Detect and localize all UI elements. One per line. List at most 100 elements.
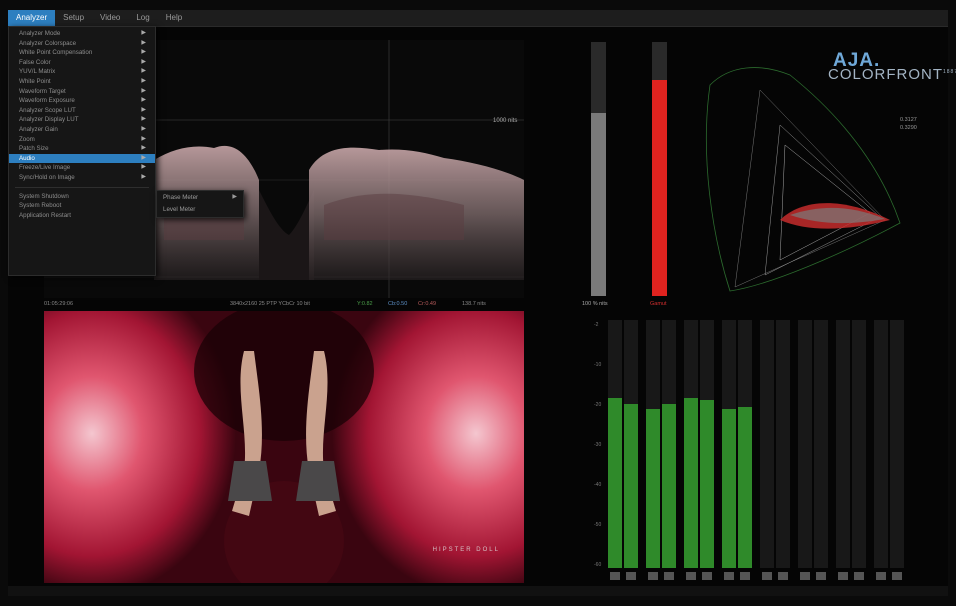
menu-item-label: False Color bbox=[19, 58, 51, 66]
cie-value-x: 0.3127 bbox=[900, 117, 917, 123]
menu-item-analyzer-gain[interactable]: Analyzer Gain ▶ bbox=[9, 125, 155, 135]
audio-channel-toggle[interactable] bbox=[838, 572, 848, 580]
menu-item-false-color[interactable]: False Color ▶ bbox=[9, 58, 155, 68]
image-watermark: HIPSTER DOLL bbox=[432, 547, 500, 553]
menu-setup[interactable]: Setup bbox=[55, 10, 92, 26]
menu-item-application-restart[interactable]: Application Restart bbox=[9, 211, 155, 221]
menu-analyzer[interactable]: Analyzer bbox=[8, 10, 56, 26]
audio-channel-toggle[interactable] bbox=[702, 572, 712, 580]
menu-separator bbox=[15, 186, 149, 188]
menu-item-label: Analyzer Display LUT bbox=[19, 116, 79, 124]
menu-item-freeze-live-image[interactable]: Freeze/Live Image ▶ bbox=[9, 163, 155, 173]
audio-channel-toggle[interactable] bbox=[892, 572, 902, 580]
menu-item-waveform-exposure[interactable]: Waveform Exposure ▶ bbox=[9, 96, 155, 106]
audio-submenu: Phase Meter ▶ Level Meter bbox=[156, 190, 244, 218]
waveform-nits-label: 1000 nits bbox=[493, 118, 518, 124]
audio-db-label: -2 bbox=[594, 322, 599, 328]
luminance-meter-fill bbox=[591, 113, 606, 296]
audio-channel-toggle[interactable] bbox=[626, 572, 636, 580]
audio-channel-meter bbox=[608, 320, 622, 568]
menu-item-zoom[interactable]: Zoom ▶ bbox=[9, 135, 155, 145]
menu-item-label: Analyzer Colorspace bbox=[19, 39, 77, 47]
menu-item-label: Waveform Target bbox=[19, 87, 66, 95]
menubar: Analyzer Setup Video Log Help bbox=[8, 10, 948, 27]
audio-channel-toggle[interactable] bbox=[610, 572, 620, 580]
menu-item-analyzer-scope-lut[interactable]: Analyzer Scope LUT ▶ bbox=[9, 106, 155, 116]
chevron-right-icon: ▶ bbox=[232, 194, 237, 200]
cie-chromaticity-diagram bbox=[705, 67, 901, 292]
menu-video[interactable]: Video bbox=[92, 10, 128, 26]
cie-value-y: 0.3290 bbox=[900, 125, 917, 131]
menu-item-analyzer-mode[interactable]: Analyzer Mode ▶ bbox=[9, 29, 155, 39]
submenu-level-meter[interactable]: Level Meter bbox=[157, 204, 243, 215]
y-value: Y:0.82 bbox=[357, 301, 373, 307]
chevron-right-icon: ▶ bbox=[141, 97, 146, 104]
waveform-status-bar: 01:05:29:06 3840x2160 25 PTP YCbCr 10 bi… bbox=[44, 299, 524, 309]
menu-item-sync-hold-on-image[interactable]: Sync/Hold on Image ▶ bbox=[9, 173, 155, 183]
audio-channel-toggle[interactable] bbox=[800, 572, 810, 580]
menu-item-label: YUV/L Matrix bbox=[19, 68, 56, 76]
audio-channel-meter bbox=[624, 320, 638, 568]
menu-item-audio[interactable]: Audio ▶ bbox=[9, 153, 155, 164]
chevron-right-icon: ▶ bbox=[141, 77, 146, 84]
menu-log[interactable]: Log bbox=[128, 10, 157, 26]
submenu-phase-meter-label: Phase Meter bbox=[163, 194, 199, 201]
audio-channel-meter bbox=[760, 320, 774, 568]
menu-item-label: Audio bbox=[19, 154, 35, 162]
chevron-right-icon: ▶ bbox=[141, 145, 146, 152]
meter-right-label: Gamut bbox=[650, 301, 667, 307]
chevron-right-icon: ▶ bbox=[141, 106, 146, 113]
audio-db-label: -60 bbox=[594, 562, 602, 568]
menu-item-system-reboot[interactable]: System Reboot bbox=[9, 201, 155, 211]
colorfront-wordmark: COLORFRONT bbox=[828, 66, 943, 83]
audio-db-label: -50 bbox=[594, 522, 602, 528]
audio-channel-toggle[interactable] bbox=[648, 572, 658, 580]
luminance-meter bbox=[591, 42, 606, 296]
menu-item-label: Patch Size bbox=[19, 145, 49, 153]
meter-left-label: 100 % nits bbox=[582, 301, 608, 307]
submenu-phase-meter[interactable]: Phase Meter ▶ bbox=[157, 192, 243, 203]
submenu-level-meter-label: Level Meter bbox=[163, 206, 196, 213]
menu-help[interactable]: Help bbox=[158, 10, 190, 26]
menu-item-analyzer-display-lut[interactable]: Analyzer Display LUT ▶ bbox=[9, 115, 155, 125]
audio-channel-toggle[interactable] bbox=[762, 572, 772, 580]
audio-channel-meter bbox=[874, 320, 888, 568]
chevron-right-icon: ▶ bbox=[141, 154, 146, 161]
audio-db-label: -10 bbox=[594, 362, 602, 368]
audio-channel-meter bbox=[836, 320, 850, 568]
menu-item-white-point[interactable]: White Point ▶ bbox=[9, 77, 155, 87]
menu-item-patch-size[interactable]: Patch Size ▶ bbox=[9, 144, 155, 154]
chevron-right-icon: ▶ bbox=[141, 135, 146, 142]
audio-channel-level bbox=[700, 400, 714, 568]
audio-channel-toggle[interactable] bbox=[816, 572, 826, 580]
audio-channel-level bbox=[684, 398, 698, 568]
timecode: 01:05:29:06 bbox=[44, 301, 74, 307]
menu-item-label: White Point bbox=[19, 77, 51, 85]
audio-level-meters bbox=[590, 318, 904, 586]
analyzer-menu-items: Analyzer Mode ▶ Analyzer Colorspace ▶ White … bbox=[9, 27, 155, 183]
chevron-right-icon: ▶ bbox=[141, 164, 146, 171]
audio-channel-toggle[interactable] bbox=[876, 572, 886, 580]
analyzer-dropdown-menu: Analyzer Mode ▶ Analyzer Colorspace ▶ White … bbox=[8, 26, 156, 276]
menu-item-white-point-compensation[interactable]: White Point Compensation ▶ bbox=[9, 48, 155, 58]
audio-channel-toggle[interactable] bbox=[854, 572, 864, 580]
audio-channel-toggle[interactable] bbox=[740, 572, 750, 580]
audio-channel-meter bbox=[798, 320, 812, 568]
menu-item-system-shutdown[interactable]: System Shutdown bbox=[9, 192, 155, 202]
colorfront-logo: COLORFRONT1887 bbox=[828, 66, 956, 83]
audio-channel-level bbox=[722, 409, 736, 568]
menu-item-analyzer-colorspace[interactable]: Analyzer Colorspace ▶ bbox=[9, 39, 155, 49]
chevron-right-icon: ▶ bbox=[141, 30, 146, 36]
audio-channel-toggle[interactable] bbox=[724, 572, 734, 580]
audio-db-label: -20 bbox=[594, 402, 602, 408]
audio-channel-toggle[interactable] bbox=[664, 572, 674, 580]
menu-item-waveform-target[interactable]: Waveform Target ▶ bbox=[9, 87, 155, 97]
audio-channel-toggle[interactable] bbox=[778, 572, 788, 580]
audio-channel-meter bbox=[700, 320, 714, 568]
menu-item-label: Freeze/Live Image bbox=[19, 164, 71, 172]
status-footer bbox=[8, 586, 948, 596]
menu-item-yuv-l-matrix[interactable]: YUV/L Matrix ▶ bbox=[9, 67, 155, 77]
analyzer-system-items: System Shutdown System Reboot Application … bbox=[9, 192, 155, 221]
audio-channel-meter bbox=[722, 320, 736, 568]
audio-channel-toggle[interactable] bbox=[686, 572, 696, 580]
